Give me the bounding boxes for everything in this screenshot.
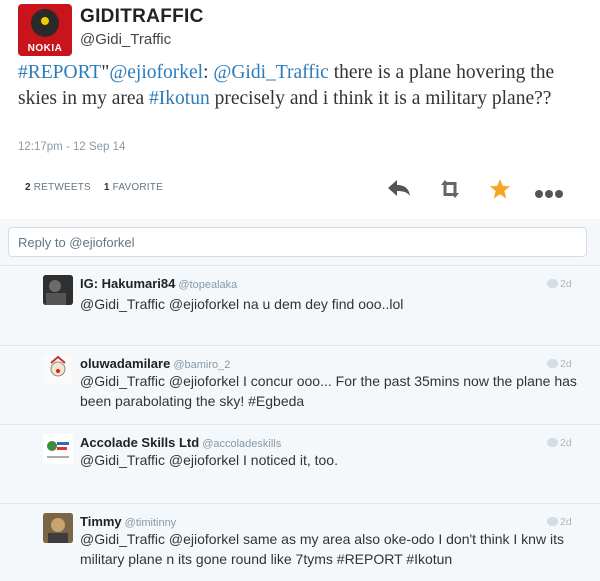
avatar-brand-text: NOKIA <box>27 43 63 54</box>
avatar[interactable] <box>43 513 73 543</box>
avatar[interactable] <box>43 355 73 385</box>
reply-time-text: 2d <box>560 437 572 449</box>
reply-tweet[interactable]: IG: Hakumari84 @topealaka 2d @Gidi_Traffi… <box>0 266 600 344</box>
reply-text: @Gidi_Traffic @ejioforkel na u dem dey f… <box>80 296 404 312</box>
star-icon[interactable] <box>487 176 513 202</box>
conversation-icon <box>547 279 558 288</box>
tweet-text-body-end: precisely and i think it is a military p… <box>209 88 552 109</box>
reply-author[interactable]: oluwadamilare @bamiro_2 <box>80 356 230 371</box>
reply-time[interactable]: 2d <box>547 516 572 528</box>
mention-ejioforkel[interactable]: @ejioforkel <box>109 62 203 83</box>
reply-author-name[interactable]: oluwadamilare <box>80 356 170 371</box>
retweets-count[interactable]: 2 <box>25 182 31 193</box>
avatar[interactable] <box>43 434 73 464</box>
reply-author-handle[interactable]: @topealaka <box>178 279 237 291</box>
conversation-icon <box>547 517 558 526</box>
reply-tweet[interactable]: Accolade Skills Ltd @accoladeskills 2d @G… <box>0 425 600 503</box>
favorites-label[interactable]: FAVORITE <box>113 182 163 193</box>
retweet-icon[interactable] <box>436 176 464 202</box>
replies-section: IG: Hakumari84@topealaka 2d @Gidi_Traffi… <box>0 219 600 581</box>
reply-text: @Gidi_Traffic @ejioforkel I noticed it, … <box>80 452 338 468</box>
hashtag-ikotun[interactable]: #Ikotun <box>149 88 210 109</box>
reply-author-handle[interactable]: @bamiro_2 <box>173 359 230 371</box>
screen-name[interactable]: @Gidi_Traffic <box>80 31 171 48</box>
avatar[interactable]: NOKIA <box>18 4 72 56</box>
tweet-text: #REPORT"@ejioforkel: @Gidi_Traffic there… <box>18 60 588 112</box>
reply-tweet[interactable]: oluwadamilare @bamiro_2 2d @Gidi_Traffic … <box>0 346 600 424</box>
reply-author-name[interactable]: Timmy <box>80 514 122 529</box>
tweet-stats: 2 RETWEETS 1 FAVORITE <box>25 182 163 193</box>
reply-icon[interactable] <box>385 176 413 202</box>
reply-author[interactable]: IG: Hakumari84 @topealaka <box>80 276 237 291</box>
hashtag-report[interactable]: #REPORT <box>18 62 101 83</box>
reply-time[interactable]: 2d <box>547 437 572 449</box>
reply-box[interactable] <box>8 227 587 257</box>
conversation-icon <box>547 438 558 447</box>
mention-gidi-traffic[interactable]: @Gidi_Traffic <box>213 62 328 83</box>
avatar[interactable] <box>43 275 73 305</box>
reply-text: @Gidi_Traffic @ejioforkel I concur ooo..… <box>80 373 577 409</box>
display-name[interactable]: GIDITRAFFIC <box>80 6 204 28</box>
reply-time[interactable]: 2d <box>547 358 572 370</box>
reply-input[interactable] <box>9 228 586 256</box>
reply-time-text: 2d <box>560 358 572 370</box>
reply-author-handle[interactable]: @accoladeskills <box>202 438 281 450</box>
reply-author[interactable]: Timmy @timitinny <box>80 514 176 529</box>
reply-author-name[interactable]: IG: Hakumari84 <box>80 276 175 291</box>
reply-text: @Gidi_Traffic @ejioforkel same as my are… <box>80 531 564 567</box>
reply-time-text: 2d <box>560 278 572 290</box>
reply-time[interactable]: 2d <box>547 278 572 290</box>
more-dots-icon[interactable] <box>535 176 567 202</box>
main-tweet: NOKIA GIDITRAFFIC @Gidi_Traffic #REPORT"… <box>0 0 600 220</box>
favorites-count[interactable]: 1 <box>104 182 110 193</box>
reply-time-text: 2d <box>560 516 572 528</box>
logo-eye-icon <box>41 17 49 25</box>
tweet-text-colon: : <box>203 62 214 83</box>
reply-author[interactable]: Accolade Skills Ltd @accoladeskills <box>80 435 281 450</box>
conversation-icon <box>547 359 558 368</box>
reply-author-name[interactable]: Accolade Skills Ltd <box>80 435 199 450</box>
reply-author-handle[interactable]: @timitinny <box>125 517 177 529</box>
reply-tweet[interactable]: Timmy @timitinny 2d @Gidi_Traffic @ejiofo… <box>0 504 600 581</box>
retweets-label[interactable]: RETWEETS <box>34 182 91 193</box>
tweet-timestamp[interactable]: 12:17pm - 12 Sep 14 <box>18 141 125 153</box>
